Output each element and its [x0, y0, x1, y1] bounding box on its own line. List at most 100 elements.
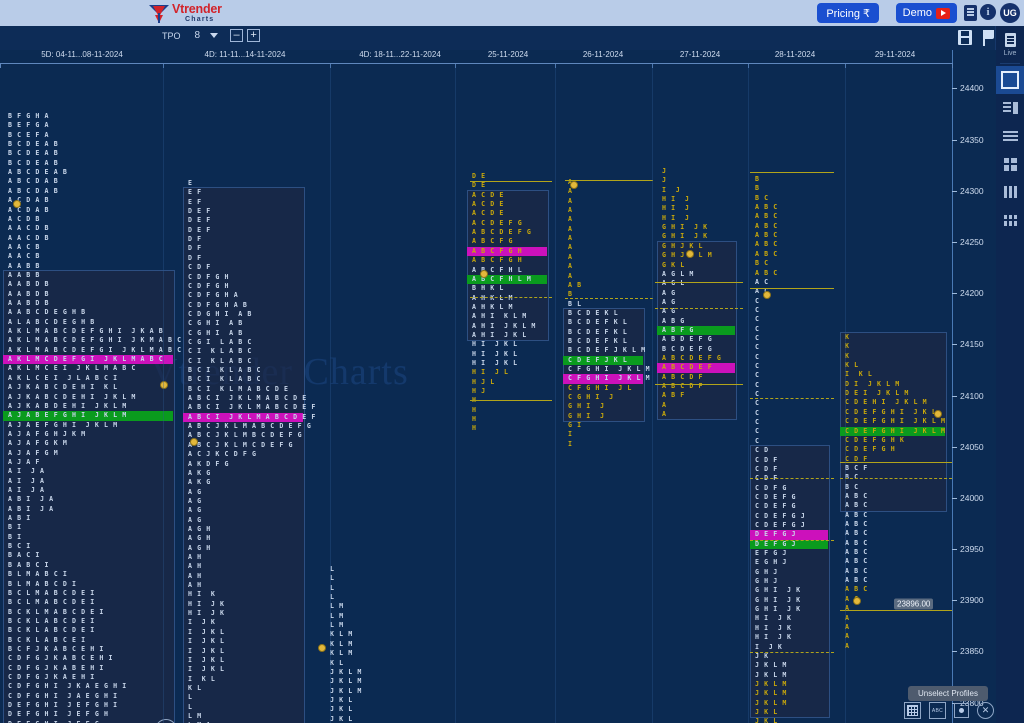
tpo-row: A B C [755, 240, 778, 249]
tpo-row: B C L M A B C D E I [8, 588, 95, 597]
rail-item-grid-4[interactable] [996, 150, 1024, 178]
tpo-row: A A B D B [8, 289, 50, 298]
date-axis: 5D: 04-11...08-11-2024 4D: 11-11...14-11-… [0, 50, 996, 64]
tpo-row: J [662, 176, 667, 185]
tpo-row: A B G [662, 316, 685, 325]
tpo-row: D E [472, 181, 486, 190]
grid-six-icon [1003, 214, 1017, 226]
tpo-row: H I K [188, 590, 216, 599]
tpo-row: B H K L [472, 284, 504, 293]
grid-icon[interactable] [904, 702, 921, 719]
tpo-row: G H I J [568, 411, 605, 420]
tpo-row: C D E F G [755, 502, 797, 511]
tpo-row: B C [845, 482, 859, 491]
rail-item-grid-6[interactable] [996, 206, 1024, 234]
rail-item-columns-3[interactable] [996, 178, 1024, 206]
tpo-row: I J K [188, 618, 216, 627]
save-icon[interactable] [958, 30, 972, 45]
tpo-row: A K L M C D E F G I J K L M A B C [8, 355, 164, 364]
rail-item-rows[interactable] [996, 122, 1024, 150]
tpo-row: C [755, 436, 760, 445]
tpo-row: A C J K C D F G [188, 450, 257, 459]
profile-marker-dot[interactable] [160, 381, 168, 389]
tpo-row: G H J [755, 567, 778, 576]
column-separator [748, 64, 749, 723]
tpo-row: C D F [755, 455, 778, 464]
tpo-row: C D [755, 446, 769, 455]
tpo-row: E F [188, 197, 202, 206]
document-icon[interactable] [964, 5, 977, 21]
tpo-row: A J A B E F G H I J K L M [8, 411, 127, 420]
tpo-row: I J [662, 185, 681, 194]
tpo-row: J K L M [755, 698, 787, 707]
price-tick [952, 395, 957, 397]
profile-marker-dot[interactable] [934, 410, 942, 418]
tpo-row: C [755, 343, 760, 352]
price-tick [952, 139, 957, 141]
tpo-row: H [472, 405, 477, 414]
tpo-row: A [568, 234, 573, 243]
price-tick-label: 24250 [960, 236, 984, 247]
rail-item-single-profile[interactable] [996, 66, 1024, 94]
price-level-line [750, 478, 834, 479]
tpo-row: G K L [662, 260, 685, 269]
profile-marker-dot[interactable] [190, 438, 198, 446]
tpo-row: H J L [472, 377, 495, 386]
price-level-line [470, 400, 552, 401]
tpo-row: I J K L [188, 637, 225, 646]
rail-item-live[interactable] [996, 26, 1024, 54]
tpo-value[interactable]: 8 [195, 30, 201, 41]
tpo-row: C D F G H [188, 281, 230, 290]
price-tick-label: 24300 [960, 185, 984, 196]
tpo-row: G I [568, 421, 582, 430]
price-level-line [840, 478, 952, 479]
fit-screen-icon[interactable] [954, 703, 969, 718]
date-label: 26-11-2024 [582, 50, 624, 59]
tpo-row: A I J A [8, 467, 45, 476]
tpo-row: H I J K L [472, 359, 518, 367]
price-tick-label: 23850 [960, 646, 984, 657]
profile-marker-dot[interactable] [318, 644, 326, 652]
close-icon[interactable]: ✕ [977, 702, 994, 719]
tpo-row: B C F [845, 463, 868, 472]
profile-marker-dot[interactable] [570, 181, 578, 189]
profile-marker-dot[interactable] [763, 291, 771, 299]
profile-marker-dot[interactable] [853, 597, 861, 605]
date-label: 27-11-2024 [679, 50, 721, 59]
tpo-row: J K L M [755, 661, 787, 670]
price-tick [952, 549, 957, 551]
tpo-row: C D F G J K A E H I [8, 673, 95, 681]
info-icon[interactable]: i [980, 4, 996, 20]
date-tick [0, 63, 1, 68]
tpo-row: B C K L A B C E I [8, 635, 86, 644]
avatar[interactable]: UG [1000, 3, 1020, 23]
tpo-row: B L M A B C I [8, 570, 68, 579]
flag-icon[interactable] [982, 29, 996, 46]
pricing-button[interactable]: Pricing ₹ [817, 3, 879, 23]
abc-icon[interactable]: ABC [929, 702, 946, 719]
tpo-row: A B I [8, 514, 31, 523]
tpo-row: C D F G J K A B C E H I [8, 654, 114, 663]
tpo-row: J K L [330, 695, 353, 704]
tpo-row: I K L [845, 370, 873, 379]
rail-item-split-view[interactable] [996, 94, 1024, 122]
demo-button[interactable]: Demo [895, 3, 957, 23]
tpo-row: A B C D E F [662, 363, 713, 372]
tpo-row: C [755, 427, 760, 436]
zoom-in-button[interactable]: + [247, 29, 261, 42]
zoom-out-button[interactable]: – [230, 29, 244, 42]
tpo-row: A J K A B C D E H I K L [8, 383, 118, 392]
tpo-row: E G H J [755, 558, 787, 567]
tpo-row: A B C [845, 501, 868, 510]
price-level-line [750, 540, 834, 541]
profile-marker-dot[interactable] [686, 250, 694, 258]
tpo-row: I [568, 430, 573, 439]
tpo-row: A [568, 224, 573, 233]
profile-marker-dot[interactable] [480, 270, 488, 278]
profile-marker-dot[interactable] [13, 200, 21, 208]
price-axis[interactable]: 24400 24350 24300 24250 24200 24150 24100 24050… [894, 50, 996, 723]
tpo-chart[interactable]: Vtrender Charts 5D: 04-11...08-11-20244D… [0, 50, 996, 723]
tpo-row: J K L M [330, 677, 362, 686]
tpo-row: I J K L [188, 627, 225, 636]
chevron-down-icon[interactable] [210, 33, 219, 38]
